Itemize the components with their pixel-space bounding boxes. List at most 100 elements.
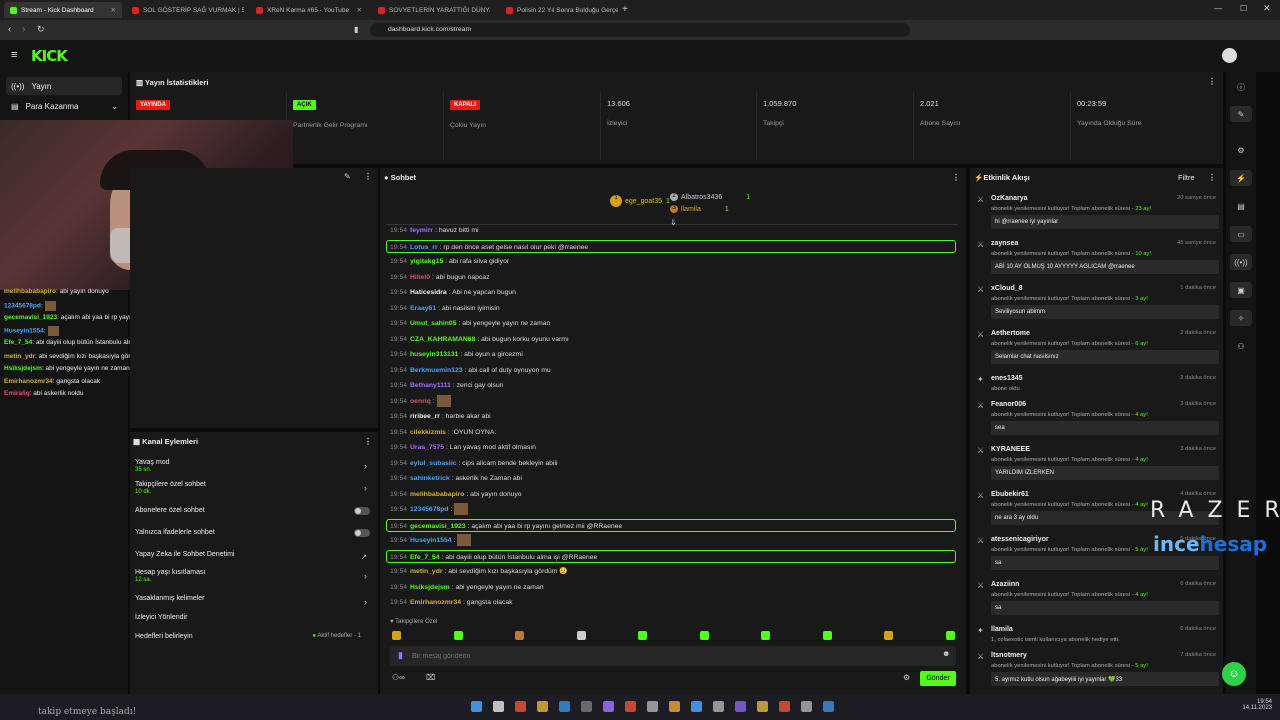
chat-input-box[interactable]: ▮ ☻ (390, 646, 956, 666)
message-user[interactable]: metin_ydr (410, 568, 442, 575)
message-user[interactable]: sahinketrick (410, 475, 450, 482)
event-user[interactable]: Feanor006 (991, 401, 1026, 408)
quick-emote-icon[interactable] (699, 631, 709, 640)
send-button[interactable]: Gönder (920, 671, 956, 686)
quick-emote-icon[interactable] (576, 631, 586, 640)
actions-more-icon[interactable]: ⋮ (364, 437, 372, 446)
channel-action-item[interactable]: Yasaklanmış kelimeler › (135, 595, 375, 607)
back-icon[interactable]: ‹ (8, 24, 11, 35)
message-user[interactable]: Eraay61 (410, 305, 436, 312)
settings-icon[interactable]: ⚙ (903, 673, 910, 682)
event-user[interactable]: llamila (991, 626, 1013, 633)
toggle-switch[interactable] (354, 529, 370, 537)
wrench-icon[interactable]: ✧ (1230, 310, 1252, 326)
event-user[interactable]: atessenicagiriyor (991, 536, 1049, 543)
message-user[interactable]: 12345678pd (410, 506, 449, 513)
quick-emote-icon[interactable] (453, 631, 463, 640)
users-icon[interactable]: ⚇ (1230, 338, 1252, 354)
trash-icon[interactable]: ⌧ (426, 673, 435, 682)
taskbar-app-icon[interactable] (515, 701, 526, 712)
minimize-button[interactable]: — (1214, 4, 1222, 13)
event-user[interactable]: xCloud_8 (991, 285, 1023, 292)
events-more-icon[interactable]: ⋮ (1208, 173, 1216, 182)
support-chat-icon[interactable]: ☺ (1222, 662, 1246, 686)
panel-more-icon[interactable]: ⋮ (364, 172, 372, 181)
message-user[interactable]: huseyin313131 (410, 351, 458, 358)
new-tab-button[interactable]: + (622, 4, 628, 15)
menu-icon[interactable]: ≡ (11, 49, 17, 61)
channel-action-item[interactable]: Hedefleri belirleyin ● Aktif hedefler - 1… (135, 633, 383, 645)
message-user[interactable]: Haticesidra (410, 289, 447, 296)
top-gifter[interactable]: 3 llamila 1 (670, 205, 729, 213)
taskbar-app-icon[interactable] (647, 701, 658, 712)
note-icon[interactable]: ▤ (1230, 198, 1252, 214)
forward-icon[interactable]: › (22, 24, 25, 35)
message-user[interactable]: Berkmuemin123 (410, 367, 463, 374)
bookmark-icon[interactable]: ▮ (354, 25, 358, 34)
message-user[interactable]: CZA_KAHRAMAN68 (410, 336, 475, 343)
channel-action-item[interactable]: İzleyici Yönlendir (135, 614, 375, 621)
close-tab-icon[interactable]: ✕ (357, 6, 362, 14)
tab-4[interactable]: Polisin 22 Yıl Sonra Bulduğu Gerçek✕ (500, 2, 618, 18)
close-tab-icon[interactable]: ✕ (111, 6, 116, 14)
tab-3[interactable]: SOVYETLERİN YARATTIĞI DÜNYANIN✕ (372, 2, 490, 18)
avatar[interactable] (1222, 48, 1237, 63)
message-user[interactable]: Uras_7575 (410, 444, 444, 451)
message-user[interactable]: Hsiksjdejsm (410, 584, 450, 591)
message-user[interactable]: Bethany1111 (410, 382, 451, 389)
reload-icon[interactable]: ↻ (37, 24, 45, 35)
event-user[interactable]: Ebubekir61 (991, 491, 1029, 498)
chat-more-icon[interactable]: ⋮ (952, 173, 960, 182)
taskbar-app-icon[interactable] (691, 701, 702, 712)
taskbar-app-icon[interactable] (537, 701, 548, 712)
channel-action-item[interactable]: Takipçilere özel sohbet 10 dk. › (135, 481, 375, 495)
sidebar-item-para-kazanma[interactable]: ▤ Para Kazanma ⌄ (6, 97, 122, 115)
channel-action-item[interactable]: Yavaş mod 35 sn. › (135, 459, 375, 473)
tab-1[interactable]: SOL GÖSTERİP SAĞ VURMAK | 55raki✕ (126, 2, 244, 18)
channel-action-item[interactable]: Yapay Zeka ile Sohbet Denetimi ↗ (135, 551, 375, 561)
gear-icon[interactable]: ⚙ (1230, 142, 1252, 158)
quick-emote-icon[interactable] (884, 631, 893, 640)
event-user[interactable]: ltsnotmery (991, 652, 1027, 659)
channel-action-item[interactable]: Yalnızca ifadelerle sohbet (135, 529, 375, 537)
message-user[interactable]: oenriq (410, 398, 431, 405)
taskbar-app-icon[interactable] (493, 701, 504, 712)
message-user[interactable]: feymirr (410, 227, 433, 234)
taskbar-app-icon[interactable] (757, 701, 768, 712)
message-user[interactable]: Huseyin1554 (410, 537, 452, 544)
message-user[interactable]: Lotus_rr (410, 244, 438, 251)
close-window-button[interactable]: ✕ (1263, 3, 1271, 14)
message-user[interactable]: eylul_subasiic (410, 460, 456, 467)
mic-icon[interactable]: ▮ (398, 650, 403, 661)
taskbar-app-icon[interactable] (823, 701, 834, 712)
channel-action-item[interactable]: Hesap yaşı kısıtlaması 12 sa. › (135, 569, 375, 583)
tab-0[interactable]: Stream - Kick Dashboard ✕ (4, 2, 122, 18)
quick-emote-icon[interactable] (945, 631, 955, 640)
chat-icon[interactable]: ▭ (1230, 226, 1252, 242)
broadcast-icon[interactable]: ((•)) (1230, 254, 1252, 270)
toggle-switch[interactable] (354, 507, 370, 515)
quick-emote-icon[interactable] (822, 631, 832, 640)
monitor-icon[interactable]: ▣ (1230, 282, 1252, 298)
taskbar-app-icon[interactable] (559, 701, 570, 712)
event-user[interactable]: enes1345 (991, 375, 1023, 382)
taskbar-app-icon[interactable] (713, 701, 724, 712)
taskbar-app-icon[interactable] (581, 701, 592, 712)
emoji-icon[interactable]: ☻ (942, 649, 950, 658)
edit-icon[interactable]: ✎ (344, 172, 351, 181)
quick-emote-icon[interactable] (392, 631, 401, 640)
taskbar-app-icon[interactable] (801, 701, 812, 712)
top-gifter[interactable]: 1 ege_goat35 1 (610, 195, 670, 207)
filter-button[interactable]: Filtre (1178, 173, 1195, 182)
event-user[interactable]: zaynsea (991, 240, 1018, 247)
message-user[interactable]: Umut_sahin05 (410, 320, 456, 327)
sidebar-item-yayin[interactable]: ((•)) Yayın (6, 77, 122, 95)
message-user[interactable]: yigitakg15 (410, 258, 443, 265)
quick-emote-icon[interactable] (761, 631, 770, 640)
taskbar-app-icon[interactable] (779, 701, 790, 712)
message-user[interactable]: gecemavisi_1923 (410, 523, 466, 530)
edit-icon[interactable]: ✎ (1230, 106, 1252, 122)
event-user[interactable]: OzKanarya (991, 195, 1028, 202)
taskbar-app-icon[interactable] (603, 701, 614, 712)
message-user[interactable]: Hiliel0 (410, 274, 430, 281)
